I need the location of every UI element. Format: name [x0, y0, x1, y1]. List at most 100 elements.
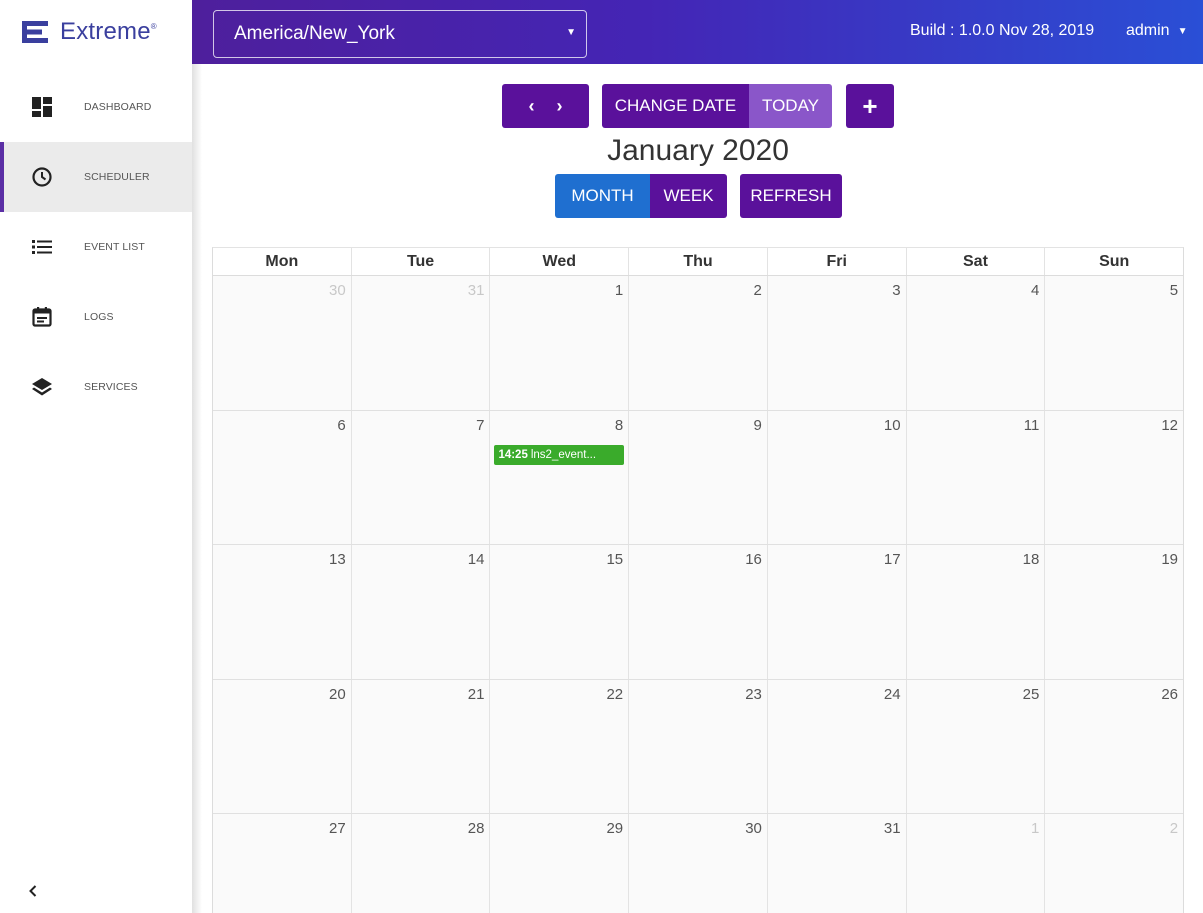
caret-down-icon: ▼ — [1177, 25, 1188, 37]
day-number: 30 — [329, 282, 346, 299]
event-title: lns2_event... — [530, 448, 597, 461]
sidebar-item-services[interactable]: SERVICES — [0, 352, 192, 422]
calendar-week-row: 27 28 29 30 31 1 2 — [213, 814, 1183, 913]
day-number: 24 — [883, 685, 901, 703]
calendar-day-cell[interactable]: 2 — [629, 276, 768, 410]
timezone-value: America/New_York — [234, 23, 395, 44]
day-number: 18 — [1022, 551, 1040, 568]
extreme-logo-icon — [22, 21, 48, 43]
calendar-day-cell[interactable]: 17 — [768, 545, 907, 679]
calendar-day-cell[interactable]: 13 — [213, 545, 352, 679]
day-number: 29 — [606, 820, 624, 837]
calendar-day-cell[interactable]: 12 — [1045, 411, 1183, 545]
month-view-button[interactable]: MONTH — [555, 174, 650, 218]
calendar-day-cell[interactable]: 30 — [629, 814, 768, 913]
calendar-day-cell[interactable]: 3 — [768, 276, 907, 410]
calendar-day-cell[interactable]: 2 — [1045, 814, 1183, 913]
day-number: 17 — [883, 551, 901, 568]
calendar-day-cell[interactable]: 18 — [907, 545, 1046, 679]
calendar-day-cell[interactable]: 23 — [629, 679, 768, 813]
day-number: 30 — [745, 820, 762, 837]
list-icon — [30, 235, 54, 259]
day-number: 3 — [892, 282, 901, 299]
calendar-day-cell[interactable]: 8 14:25 lns2_event... — [490, 410, 630, 544]
calendar-day-cell[interactable]: 31 — [352, 276, 491, 410]
day-number: 2 — [1169, 820, 1179, 837]
sidebar-item-event-list[interactable]: EVENT LIST — [0, 212, 192, 282]
calendar-day-cell[interactable]: 1 — [907, 814, 1046, 913]
calendar-day-cell[interactable]: 21 — [352, 679, 491, 813]
calendar-day-cell[interactable]: 16 — [629, 545, 768, 679]
week-view-button[interactable]: WEEK — [650, 174, 727, 218]
calendar-body: 30 31 1 2 3 4 5 6 7 8 14:25 lns2_event... 9 10 11 12 13 1… — [213, 276, 1183, 913]
next-button[interactable]: › — [557, 96, 563, 117]
event-time: 14:25 — [498, 448, 528, 461]
calendar-day-cell[interactable]: 25 — [907, 679, 1046, 813]
calendar-day-cell[interactable]: 24 — [768, 679, 907, 813]
weekday-label: Thu — [629, 248, 768, 275]
calendar-day-cell[interactable]: 20 — [213, 679, 352, 813]
calendar-day-cell[interactable]: 28 — [352, 814, 491, 913]
calendar-day-cell[interactable]: 31 — [768, 814, 907, 913]
sidebar-item-dashboard[interactable]: DASHBOARD — [0, 72, 192, 142]
sidebar-item-logs[interactable]: LOGS — [0, 282, 192, 352]
day-number: 20 — [329, 685, 346, 703]
weekday-label: Tue — [352, 248, 491, 275]
calendar-day-cell[interactable]: 7 — [352, 410, 491, 544]
build-info: Build : 1.0.0 Nov 28, 2019 — [910, 22, 1095, 39]
calendar-day-cell[interactable]: 19 — [1045, 545, 1183, 679]
sidebar-item-label: LOGS — [84, 311, 114, 323]
brand: Extreme® — [0, 0, 192, 64]
calendar-day-cell[interactable]: 15 — [490, 545, 630, 679]
day-number: 23 — [745, 685, 762, 703]
calendar-day-cell[interactable]: 29 — [490, 814, 630, 913]
divider — [192, 64, 202, 913]
weekday-header: Mon Tue Wed Thu Fri Sat Sun — [213, 248, 1183, 276]
topbar: America/New_York ▼ Build : 1.0.0 Nov 28,… — [192, 0, 1203, 64]
weekday-label: Fri — [768, 248, 907, 275]
calendar-day-cell[interactable]: 1 — [490, 276, 630, 410]
calendar-day-cell[interactable]: 26 — [1045, 680, 1183, 814]
calendar-day-cell[interactable]: 11 — [907, 410, 1046, 544]
user-menu[interactable]: admin ▼ — [1126, 22, 1187, 40]
today-button[interactable]: TODAY — [749, 84, 832, 128]
day-number: 12 — [1161, 416, 1179, 434]
sidebar: Extreme® DASHBOARD SCHEDULER EVENT LIST … — [0, 0, 192, 913]
day-number: 11 — [1023, 416, 1040, 434]
day-number: 5 — [1169, 282, 1179, 299]
day-number: 8 — [614, 416, 624, 434]
calendar-day-cell[interactable]: 6 — [213, 410, 352, 544]
calendar-day-cell[interactable]: 22 — [490, 679, 630, 813]
calendar-week-row: 20 21 22 23 24 25 26 — [213, 679, 1183, 814]
day-number: 26 — [1161, 685, 1179, 703]
calendar-day-cell[interactable]: 9 — [629, 410, 768, 544]
weekday-label: Sun — [1099, 253, 1130, 270]
collapse-sidebar-button[interactable] — [22, 880, 44, 902]
refresh-button[interactable]: REFRESH — [740, 174, 842, 218]
sidebar-item-label: EVENT LIST — [84, 241, 145, 253]
day-number: 7 — [476, 416, 485, 434]
prev-button[interactable]: ‹ — [529, 96, 535, 117]
day-number: 15 — [606, 551, 624, 568]
day-number: 14 — [467, 551, 485, 568]
chevron-left-icon — [29, 885, 37, 897]
timezone-select[interactable]: America/New_York ▼ — [213, 10, 587, 58]
calendar-day-cell[interactable]: 4 — [907, 276, 1046, 410]
add-event-button[interactable]: + — [846, 84, 894, 128]
username: admin — [1126, 22, 1170, 39]
sidebar-item-scheduler[interactable]: SCHEDULER — [0, 142, 192, 212]
calendar-day-cell[interactable]: 14 — [352, 545, 491, 679]
calendar-day-cell[interactable]: 27 — [213, 814, 352, 913]
day-number: 1 — [1030, 820, 1040, 837]
sidebar-item-label: SERVICES — [84, 381, 138, 393]
change-date-button[interactable]: CHANGE DATE — [602, 84, 749, 128]
day-number: 4 — [1030, 282, 1040, 299]
sidebar-item-label: SCHEDULER — [84, 171, 150, 183]
day-number: 6 — [337, 416, 346, 434]
calendar-day-cell[interactable]: 10 — [768, 410, 907, 544]
calendar-day-cell[interactable]: 30 — [213, 276, 352, 410]
day-number: 27 — [329, 820, 346, 837]
event-chip[interactable]: 14:25 lns2_event... — [494, 444, 625, 465]
calendar-icon — [30, 305, 54, 329]
calendar-day-cell[interactable]: 5 — [1045, 276, 1183, 410]
